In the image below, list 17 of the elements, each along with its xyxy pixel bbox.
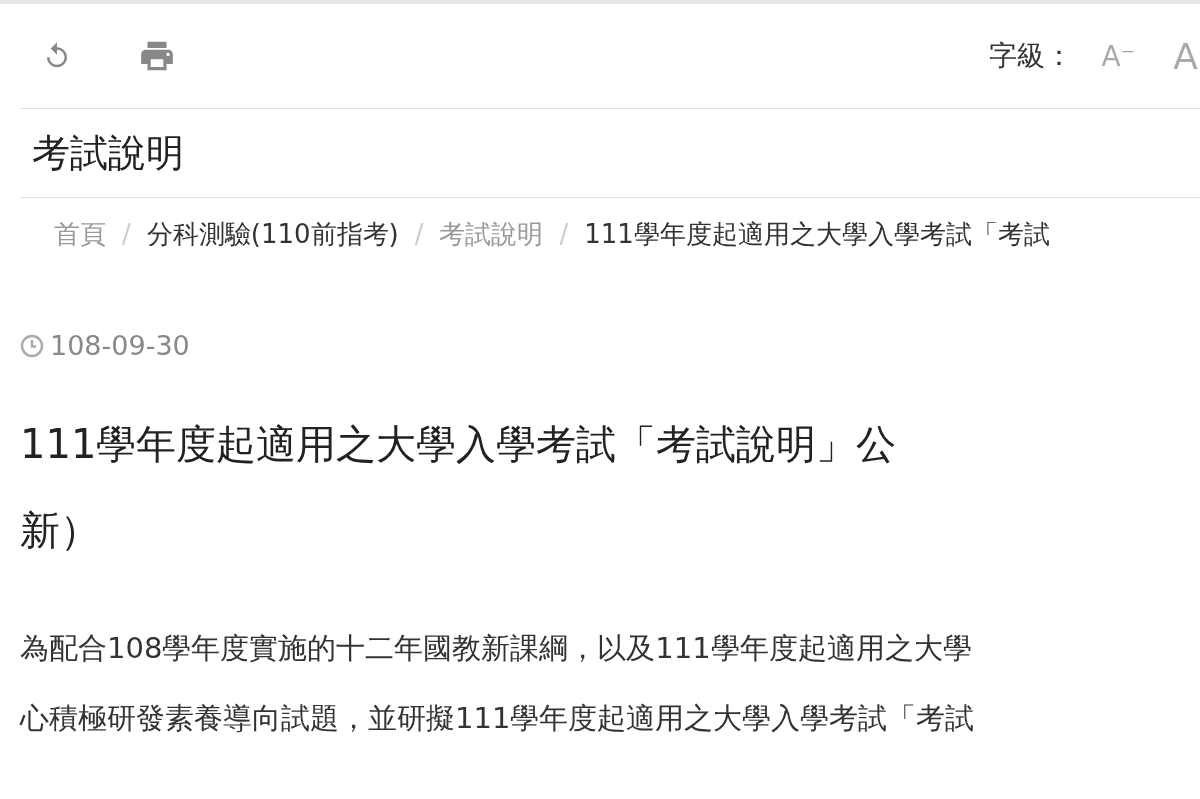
article-text: 心積極研發素養導向試題，並研擬111學年度起適用之大學入學考試「考試 (20, 700, 975, 737)
page-title: 考試說明 (20, 109, 1200, 198)
breadcrumb-link[interactable]: 首頁 (54, 216, 106, 252)
article-heading: 新） (20, 506, 100, 555)
breadcrumb-link[interactable]: 分科測驗(110前指考) (146, 216, 399, 252)
font-larger-button[interactable]: A (1173, 35, 1198, 77)
breadcrumb-separator: / (122, 219, 131, 249)
breadcrumb-separator: / (559, 219, 569, 249)
clock-icon (20, 333, 44, 358)
post-date: 108-09-30 (50, 330, 190, 361)
breadcrumb-link[interactable]: 111學年度起適用之大學入學考試「考試 (584, 216, 1050, 252)
breadcrumb-separator: / (414, 219, 424, 249)
article-text: 為配合108學年度實施的十二年國教新課綱，以及111學年度起適用之大學 (20, 630, 972, 667)
font-smaller-button[interactable]: A⁻ (1101, 39, 1136, 73)
breadcrumb-link[interactable]: 考試說明 (439, 216, 544, 252)
font-size-label: 字級： (989, 38, 1074, 74)
article-heading: 111學年度起適用之大學入學考試「考試說明」公 (20, 420, 897, 469)
